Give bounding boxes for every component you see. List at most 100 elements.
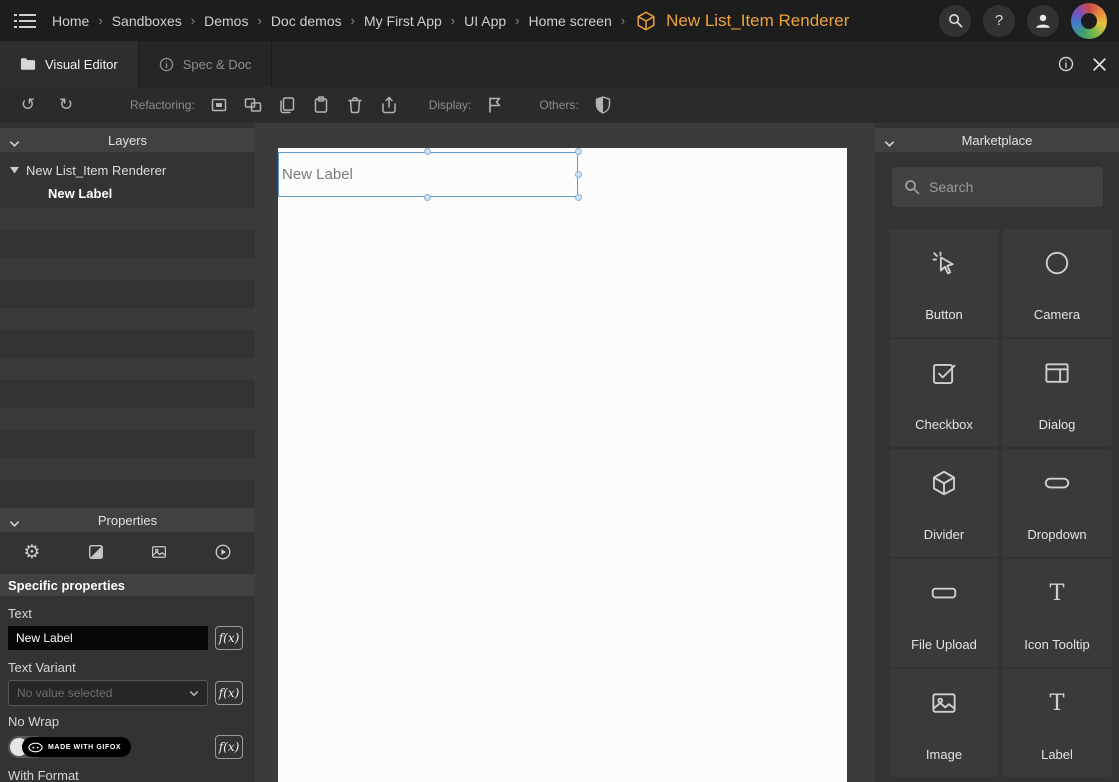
breadcrumb-item[interactable]: Demos: [204, 13, 248, 29]
text-variant-select[interactable]: No value selected: [8, 680, 208, 706]
layer-row-empty: [0, 358, 255, 380]
app-logo[interactable]: [1071, 3, 1107, 39]
button-cursor-icon: [889, 248, 999, 278]
layers-title: Layers: [108, 133, 147, 148]
layer-row-empty: [0, 308, 255, 330]
fx-button[interactable]: f(x): [215, 735, 243, 759]
menu-icon[interactable]: [12, 11, 38, 31]
marketplace-item-camera[interactable]: Camera: [1002, 229, 1112, 337]
paste-icon[interactable]: [311, 95, 331, 115]
breadcrumb-item[interactable]: Sandboxes: [112, 13, 182, 29]
fx-button[interactable]: f(x): [215, 681, 243, 705]
chevron-right-icon: ›: [98, 13, 102, 28]
app-window: Home›Sandboxes›Demos›Doc demos›My First …: [0, 0, 1119, 782]
marketplace-item-label: Icon Tooltip: [1002, 637, 1112, 652]
refactor-reparent-icon[interactable]: [243, 95, 263, 115]
marketplace-grid: ButtonCameraCheckboxDialogDividerDropdow…: [889, 229, 1112, 777]
tab-label: Visual Editor: [45, 57, 118, 72]
breadcrumb-item[interactable]: My First App: [364, 13, 442, 29]
marketplace-item-checkbox[interactable]: Checkbox: [889, 339, 999, 447]
user-icon: [1034, 12, 1052, 30]
layer-item-root[interactable]: New List_Item Renderer: [0, 158, 255, 182]
svg-text:T: T: [1049, 580, 1064, 606]
label-widget-text: New Label: [282, 166, 353, 183]
selected-label-widget[interactable]: New Label: [278, 152, 578, 197]
layers-empty-rows: [0, 208, 255, 480]
chevron-down-icon: [189, 690, 199, 697]
marketplace-item-dropdown[interactable]: Dropdown: [1002, 449, 1112, 557]
breadcrumb-item[interactable]: UI App: [464, 13, 506, 29]
resize-handle-e[interactable]: [575, 171, 582, 178]
marketplace-item-file-upload[interactable]: File Upload: [889, 559, 999, 667]
marketplace-item-dialog[interactable]: Dialog: [1002, 339, 1112, 447]
text-input[interactable]: [8, 626, 208, 650]
shield-icon[interactable]: [593, 95, 613, 115]
user-avatar[interactable]: [1027, 5, 1059, 37]
gifox-watermark-text: MADE WITH GIFOX: [48, 744, 121, 751]
close-icon[interactable]: [1092, 57, 1107, 72]
no-wrap-label: No Wrap: [8, 714, 255, 730]
search-button[interactable]: [939, 5, 971, 37]
marketplace-item-divider[interactable]: Divider: [889, 449, 999, 557]
marketplace-item-label[interactable]: TLabel: [1002, 669, 1112, 777]
marketplace-item-label: Image: [889, 747, 999, 762]
folder-icon: [20, 57, 36, 71]
chevron-down-icon[interactable]: [9, 136, 20, 151]
marketplace-item-label: Dropdown: [1002, 527, 1112, 542]
info-icon: [159, 57, 174, 72]
resize-handle-se[interactable]: [575, 194, 582, 201]
others-label: Others:: [539, 98, 578, 112]
export-icon[interactable]: [379, 95, 399, 115]
settings-gear-icon[interactable]: ⚙: [17, 539, 47, 565]
marketplace-panel: Marketplace ButtonCameraCheckboxDialogDi…: [875, 123, 1119, 782]
file-upload-icon: [889, 578, 999, 608]
marketplace-item-icon-tooltip[interactable]: T Icon Tooltip: [1002, 559, 1112, 667]
layer-item-selected[interactable]: New Label: [0, 182, 255, 204]
breadcrumb: Home›Sandboxes›Demos›Doc demos›My First …: [52, 13, 625, 29]
chevron-right-icon: ›: [257, 13, 261, 28]
expand-triangle-icon[interactable]: [10, 167, 19, 174]
editor-toolbar: ↺ ↻ Refactoring: Display: Others:: [0, 87, 1119, 123]
select-placeholder: No value selected: [17, 686, 112, 700]
resize-handle-n[interactable]: [424, 148, 431, 155]
specific-properties-header: Specific properties: [0, 574, 255, 596]
display-borders-icon[interactable]: [485, 95, 505, 115]
chevron-down-icon[interactable]: [884, 136, 895, 151]
chevron-right-icon: ›: [621, 13, 625, 28]
breadcrumb-item[interactable]: Home: [52, 13, 89, 29]
layer-row-empty: [0, 258, 255, 280]
left-panel: Layers New List_Item Renderer New Label …: [0, 123, 255, 782]
breadcrumb-item[interactable]: Home screen: [528, 13, 611, 29]
marketplace-item-image[interactable]: Image: [889, 669, 999, 777]
properties-tabs: ⚙: [0, 538, 255, 566]
text-variant-label: Text Variant: [8, 660, 255, 676]
copy-icon[interactable]: [277, 95, 297, 115]
marketplace-search: [892, 167, 1103, 207]
breadcrumb-item[interactable]: Doc demos: [271, 13, 342, 29]
marketplace-item-button[interactable]: Button: [889, 229, 999, 337]
fx-button[interactable]: f(x): [215, 626, 243, 650]
actions-play-icon[interactable]: [208, 539, 238, 565]
help-button[interactable]: ?: [983, 5, 1015, 37]
delete-icon[interactable]: [345, 95, 365, 115]
properties-header: Properties: [0, 508, 255, 532]
info-icon[interactable]: [1058, 56, 1074, 72]
properties-title: Properties: [98, 513, 157, 528]
layer-item-label: New List_Item Renderer: [26, 163, 166, 178]
with-format-label: With Format: [8, 768, 255, 782]
style-contrast-icon[interactable]: [81, 539, 111, 565]
resize-handle-s[interactable]: [424, 194, 431, 201]
marketplace-search-input[interactable]: [929, 179, 1091, 195]
design-canvas[interactable]: New Label: [278, 148, 847, 782]
no-wrap-toggle-area: MADE WITH GIFOX: [8, 734, 208, 760]
tab-visual-editor[interactable]: Visual Editor: [0, 41, 139, 87]
refactor-wrap-icon[interactable]: [209, 95, 229, 115]
image-properties-icon[interactable]: [144, 539, 174, 565]
resize-handle-ne[interactable]: [575, 148, 582, 155]
chevron-down-icon[interactable]: [9, 516, 20, 531]
tab-spec-doc[interactable]: Spec & Doc: [139, 41, 273, 87]
svg-text:T: T: [1049, 690, 1064, 716]
layer-row-empty: [0, 408, 255, 430]
undo-icon[interactable]: ↺: [16, 95, 40, 115]
redo-icon[interactable]: ↻: [54, 95, 78, 115]
